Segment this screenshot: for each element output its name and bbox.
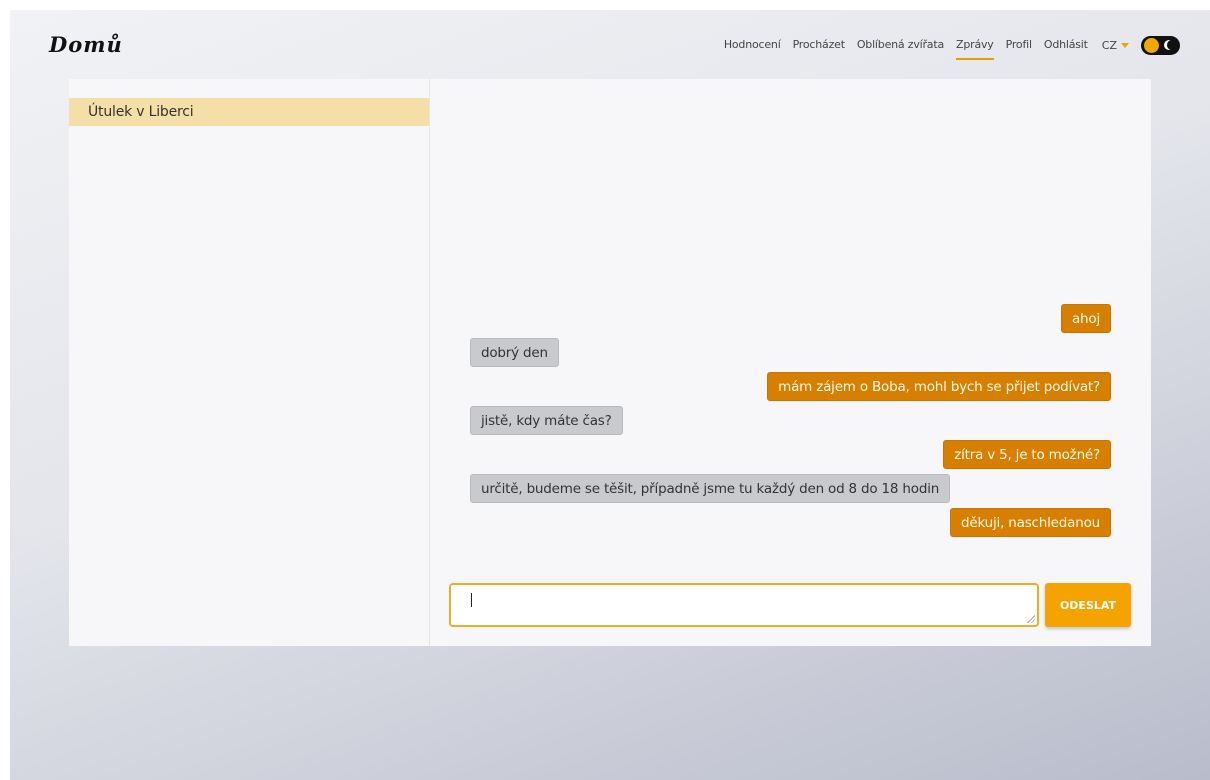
message-bubble-sent: děkuji, naschledanou bbox=[949, 508, 1111, 537]
app-window: Domů Hodnocení Procházet Oblíbená zvířat… bbox=[10, 10, 1210, 780]
message-row: dobrý den bbox=[470, 338, 1111, 367]
home-logo-link[interactable]: Domů bbox=[49, 32, 123, 57]
message-bubble-sent: zítra v 5, je to možné? bbox=[943, 440, 1111, 469]
conversation-item[interactable]: Útulek v Liberci bbox=[69, 98, 429, 126]
send-button[interactable]: ODESLAT bbox=[1045, 583, 1131, 627]
message-bubble-sent: ahoj bbox=[1060, 304, 1111, 333]
text-cursor bbox=[471, 593, 472, 607]
message-composer: ODESLAT bbox=[449, 583, 1132, 627]
moon-icon bbox=[1164, 39, 1176, 50]
message-row: zítra v 5, je to možné? bbox=[470, 440, 1111, 469]
nav-profil[interactable]: Profil bbox=[1006, 35, 1032, 55]
nav-hodnoceni[interactable]: Hodnocení bbox=[724, 35, 781, 55]
nav-oblibena-zvirata[interactable]: Oblíbená zvířata bbox=[857, 35, 944, 55]
language-select[interactable]: CZ bbox=[1102, 39, 1129, 52]
message-bubble-received: dobrý den bbox=[470, 338, 559, 367]
message-list: ahoj dobrý den mám zájem o Boba, mohl by… bbox=[470, 304, 1111, 542]
messages-panel: Útulek v Liberci ahoj dobrý den mám záje… bbox=[69, 79, 1151, 646]
language-label: CZ bbox=[1101, 38, 1117, 52]
message-row: ahoj bbox=[470, 304, 1111, 333]
message-bubble-received: určitě, budeme se těšit, případně jsme t… bbox=[470, 474, 951, 503]
message-row: mám zájem o Boba, mohl bych se přijet po… bbox=[470, 372, 1111, 401]
nav-odhlasit[interactable]: Odhlásit bbox=[1044, 35, 1088, 55]
resize-handle-icon[interactable] bbox=[1027, 615, 1035, 623]
chat-area: ahoj dobrý den mám zájem o Boba, mohl by… bbox=[430, 79, 1151, 646]
message-bubble-received: jistě, kdy máte čas? bbox=[470, 406, 623, 435]
message-input[interactable] bbox=[449, 583, 1039, 627]
message-row: určitě, budeme se těšit, případně jsme t… bbox=[470, 474, 1111, 503]
conversation-list: Útulek v Liberci bbox=[69, 79, 430, 646]
nav-prochazet[interactable]: Procházet bbox=[793, 35, 845, 55]
main-nav: Hodnocení Procházet Oblíbená zvířata Zpr… bbox=[712, 35, 1180, 60]
toggle-knob bbox=[1144, 37, 1159, 53]
chevron-down-icon bbox=[1121, 42, 1129, 48]
theme-toggle[interactable] bbox=[1141, 35, 1180, 55]
message-row: děkuji, naschledanou bbox=[470, 508, 1111, 537]
message-row: jistě, kdy máte čas? bbox=[470, 406, 1111, 435]
message-bubble-sent: mám zájem o Boba, mohl bych se přijet po… bbox=[767, 372, 1111, 401]
nav-zpravy[interactable]: Zprávy bbox=[956, 35, 994, 60]
